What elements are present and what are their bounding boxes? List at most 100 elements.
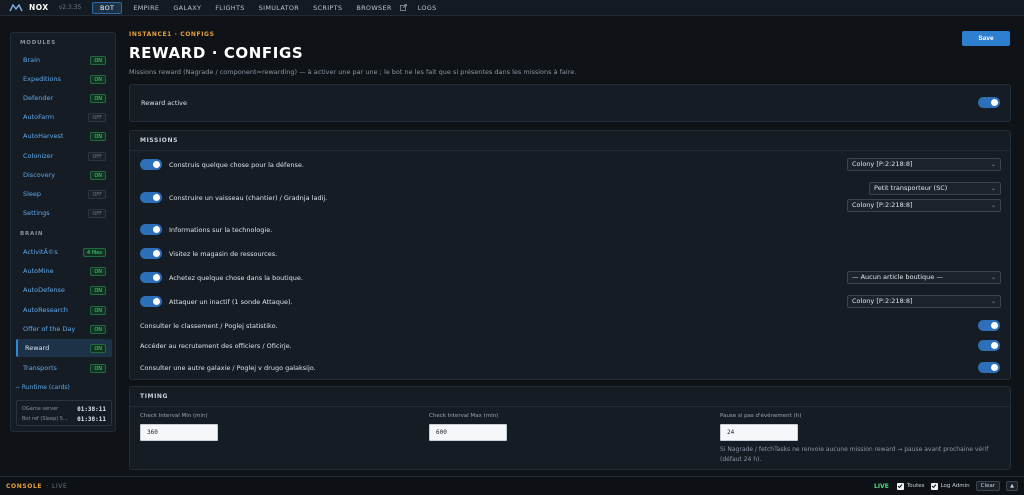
clock-row: OGame server 01:38:11 — [22, 404, 106, 414]
sidebar-item-autoharvest[interactable]: AutoHarvest ON — [16, 127, 112, 145]
mission-toggle-defense[interactable] — [140, 159, 162, 170]
planet-select-ship[interactable]: Colony [P:2:218:8] ⌄ — [847, 199, 1001, 212]
select-value: Colony [P:2:218:8] — [852, 201, 913, 209]
status-badge: 4 files — [83, 247, 106, 257]
sidebar-item-label: AutoDefense — [23, 286, 65, 294]
mission-toggle-attack-inactive[interactable] — [140, 296, 162, 307]
breadcrumb: INSTANCE1 · CONFIGS — [129, 31, 215, 38]
status-badge: ON — [90, 363, 106, 373]
shop-item-select[interactable]: — Aucun article boutique — ⌄ — [847, 271, 1001, 284]
sidebar-item-autoresearch[interactable]: AutoResearch ON — [16, 301, 112, 319]
sidebar-item-label: Settings — [23, 209, 50, 217]
sidebar-heading-brain: BRAIN — [20, 231, 44, 237]
sidebar-item-brain[interactable]: Brain ON — [16, 51, 112, 69]
pause-input[interactable]: 24 — [720, 424, 798, 441]
sidebar-item-label: Sleep — [23, 190, 42, 198]
sidebar-item-label: Reward — [25, 344, 50, 352]
chevron-down-icon: ⌄ — [990, 274, 996, 281]
sidebar-item-automine[interactable]: AutoMine ON — [16, 262, 112, 280]
console-bar[interactable]: CONSOLE · LIVE LIVE Toutes Log Admin Cle… — [0, 476, 1024, 495]
nav-bot[interactable]: BOT — [92, 1, 123, 14]
clock-label: Bot ref (Sleep) 5... — [22, 416, 68, 422]
mission-toggle-shop-buy[interactable] — [140, 272, 162, 283]
status-badge: ON — [90, 55, 106, 65]
sidebar-item-autodefense[interactable]: AutoDefense ON — [16, 281, 112, 299]
sidebar-item-offer-of-the-day[interactable]: Offer of the Day ON — [16, 320, 112, 338]
sidebar-item-label: Offer of the Day — [23, 325, 76, 333]
sidebar-item-colonizer[interactable]: Colonizer OFF — [16, 147, 112, 165]
sidebar-item-reward[interactable]: Reward ON — [16, 339, 112, 357]
mission-toggle-ship[interactable] — [140, 192, 162, 203]
nox-logo-icon — [9, 3, 23, 12]
divider — [130, 150, 1010, 151]
sidebar-item-label: ActivitÃ©s — [23, 248, 58, 256]
sidebar-item-label: AutoResearch — [23, 306, 68, 314]
filter-all-checkbox[interactable] — [896, 482, 904, 490]
filter-admin-checkbox[interactable] — [930, 482, 938, 490]
sidebar-item-transports[interactable]: Transports ON — [16, 359, 112, 377]
status-badge: ON — [90, 266, 106, 276]
reward-active-toggle[interactable] — [978, 97, 1000, 108]
reward-active-card: Reward active — [129, 84, 1011, 122]
status-badge: ON — [90, 343, 106, 353]
sidebar-item-autofarm[interactable]: AutoFarm OFF — [16, 108, 112, 126]
mission-label-resource-shop: Visitez le magasin de ressources. — [169, 250, 278, 258]
sidebar-item-label: Defender — [23, 94, 54, 102]
sidebar-item-activites[interactable]: ActivitÃ©s 4 files — [16, 243, 112, 261]
select-value: Colony [P:2:218:8] — [852, 297, 913, 305]
mission-label-ship: Construire un vaisseau (chantier) / Grad… — [169, 194, 328, 202]
status-badge: ON — [90, 93, 106, 103]
clock-row: Bot ref (Sleep) 5... 01:38:11 — [22, 414, 106, 424]
status-badge: OFF — [88, 189, 106, 199]
sidebar-item-discovery[interactable]: Discovery ON — [16, 166, 112, 184]
clear-button[interactable]: Clear — [975, 481, 1000, 491]
status-badge: ON — [90, 305, 106, 315]
planet-select-attack[interactable]: Colony [P:2:218:8] ⌄ — [847, 295, 1001, 308]
mission-toggle-galaxy[interactable] — [978, 362, 1000, 373]
sidebar-item-label: AutoHarvest — [23, 132, 64, 140]
status-badge: OFF — [88, 112, 106, 122]
sidebar-item-sleep[interactable]: Sleep OFF — [16, 185, 112, 203]
mission-label-attack-inactive: Attaquer un inactif (1 sonde Attaque). — [169, 298, 293, 306]
select-value: Petit transporteur (SC) — [874, 184, 948, 192]
app-version: v2.3.35 — [58, 4, 82, 11]
sidebar-item-label: Discovery — [23, 171, 56, 179]
console-controls: LIVE Toutes Log Admin Clear ▲ — [874, 480, 1018, 492]
planet-select-defense[interactable]: Colony [P:2:218:8] ⌄ — [847, 158, 1001, 171]
status-badge: ON — [90, 170, 106, 180]
runtime-cards-toggle[interactable]: − Runtime (cards) — [15, 384, 70, 391]
expand-console-button[interactable]: ▲ — [1006, 481, 1018, 491]
sidebar-item-label: AutoMine — [23, 267, 54, 275]
sidebar-item-label: Transports — [23, 364, 57, 372]
page-subtitle: Missions reward (Nagrade / component=rew… — [129, 68, 577, 76]
mission-toggle-resource-shop[interactable] — [140, 248, 162, 259]
mission-label-officers: Accéder au recrutement des officiers / O… — [140, 342, 292, 350]
pause-label: Pause si pas d'événement (h) — [720, 413, 802, 419]
save-button[interactable]: Save — [962, 31, 1010, 46]
mission-label-shop-buy: Achetez quelque chose dans la boutique. — [169, 274, 303, 282]
reward-active-label: Reward active — [141, 99, 188, 107]
timing-heading: TIMING — [140, 393, 169, 400]
app-name: NOX — [29, 3, 49, 12]
timing-card: TIMING Check Interval Min (min) 360 Chec… — [129, 386, 1011, 470]
console-mode: LIVE — [52, 482, 68, 490]
main-content: INSTANCE1 · CONFIGS REWARD · CONFIGS Mis… — [129, 0, 1011, 470]
sidebar-item-expeditions[interactable]: Expeditions ON — [16, 70, 112, 88]
mission-toggle-technology[interactable] — [140, 224, 162, 235]
runtime-clocks: OGame server 01:38:11 Bot ref (Sleep) 5.… — [16, 400, 112, 426]
clock-value: 01:38:11 — [77, 415, 106, 423]
mission-toggle-officers[interactable] — [978, 340, 1000, 351]
select-value: — Aucun article boutique — — [852, 273, 943, 281]
mission-toggle-ranking[interactable] — [978, 320, 1000, 331]
check-interval-max-label: Check Interval Max (min) — [429, 413, 499, 419]
sidebar: MODULES Brain ON Expeditions ON Defender… — [10, 32, 116, 432]
status-badge: ON — [90, 324, 106, 334]
ship-select[interactable]: Petit transporteur (SC) ⌄ — [869, 182, 1001, 195]
select-value: Colony [P:2:218:8] — [852, 160, 913, 168]
sidebar-item-settings[interactable]: Settings OFF — [16, 204, 112, 222]
status-badge: ON — [90, 285, 106, 295]
sidebar-item-defender[interactable]: Defender ON — [16, 89, 112, 107]
check-interval-max-input[interactable]: 600 — [429, 424, 507, 441]
check-interval-min-label: Check Interval Min (min) — [140, 413, 208, 419]
check-interval-min-input[interactable]: 360 — [140, 424, 218, 441]
